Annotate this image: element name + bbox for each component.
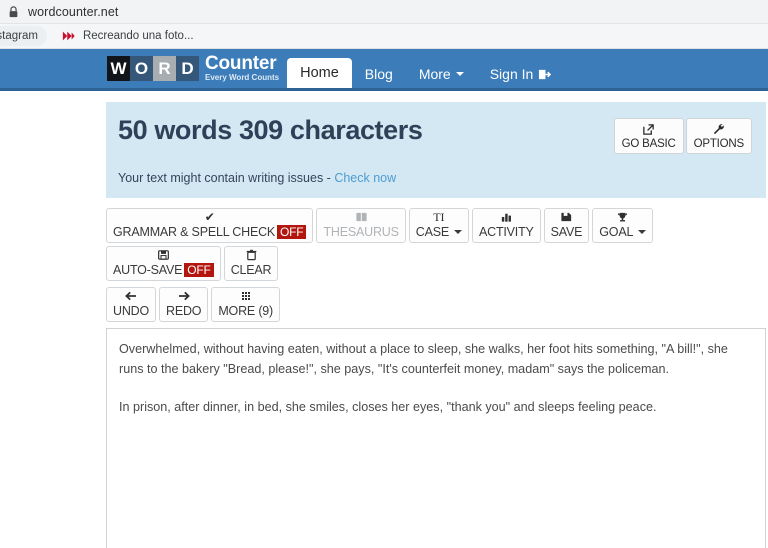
grammar-spell-check-button[interactable]: ✔ GRAMMAR & SPELL CHECK OFF (106, 208, 314, 243)
logo-tagline-text: Every Word Counts (205, 73, 280, 82)
arrow-right-icon (177, 290, 191, 304)
chevron-down-icon (638, 230, 647, 234)
bookmark-instagram-label: nstagram (0, 30, 38, 42)
trophy-icon (616, 211, 629, 225)
nav-links: Home Blog More Sign In (287, 49, 564, 88)
nav-item-blog-label: Blog (364, 66, 393, 82)
check-icon: ✔ (204, 210, 215, 224)
check-now-link[interactable]: Check now (334, 171, 396, 185)
activity-button[interactable]: ACTIVITY (472, 208, 541, 243)
save-label: SAVE (550, 225, 583, 239)
text-editor[interactable]: Overwhelmed, without having eaten, witho… (106, 328, 766, 548)
logo-tile-r: R (153, 56, 176, 81)
clear-label: CLEAR (230, 263, 272, 277)
floppy-icon (157, 249, 170, 263)
go-basic-button[interactable]: GO BASIC (613, 118, 684, 154)
logo-tile-w: W (107, 56, 130, 81)
goal-button[interactable]: GOAL (592, 208, 654, 243)
arrow-left-icon (124, 290, 138, 304)
editor-paragraph-2: In prison, after dinner, in bed, she smi… (119, 399, 657, 414)
logo-tile-o: O (130, 56, 153, 81)
bookmark-recreando-label: Recreando una foto... (82, 30, 194, 42)
editor-paragraph-1: Overwhelmed, without having eaten, witho… (119, 342, 728, 377)
activity-label: ACTIVITY (479, 225, 534, 239)
bookmark-recreando-una-foto[interactable]: Recreando una foto... (62, 26, 194, 46)
text-case-icon: TI (433, 210, 445, 224)
nav-item-sign-in-label: Sign In (489, 66, 534, 82)
undo-button[interactable]: UNDO (106, 287, 157, 322)
wordcounter-logo[interactable]: W O R D Counter Every Word Counts (107, 54, 279, 88)
page-body: 50 words 309 characters GO BASIC OPTIONS… (0, 91, 768, 548)
address-bar[interactable]: wordcounter.net (0, 0, 768, 24)
nav-item-more[interactable]: More (406, 60, 477, 88)
more-label: MORE (9) (218, 304, 273, 318)
url-text: wordcounter.net (28, 4, 119, 19)
case-label: CASE (416, 225, 462, 239)
lock-icon (9, 5, 18, 17)
writing-issues-notice: Your text might contain writing issues -… (118, 171, 752, 185)
nav-item-more-label: More (418, 66, 451, 82)
nav-item-sign-in[interactable]: Sign In (477, 60, 565, 88)
grammar-spell-check-label: GRAMMAR & SPELL CHECK OFF (113, 225, 307, 239)
chevron-down-icon (454, 230, 462, 234)
auto-save-label: AUTO-SAVE OFF (113, 263, 214, 277)
site-navigation-bar: W O R D Counter Every Word Counts Home B… (0, 49, 768, 91)
book-icon (355, 211, 368, 225)
trash-icon (245, 249, 258, 263)
stats-row: 50 words 309 characters GO BASIC OPTIONS (118, 116, 752, 154)
logo-counter-text: Counter (205, 53, 277, 74)
bookmark-instagram[interactable]: nstagram (0, 26, 47, 46)
bookmarks-bar: nstagram Recreando una foto... (0, 24, 768, 49)
nav-item-home-label: Home (300, 65, 339, 81)
stats-buttons: GO BASIC OPTIONS (613, 118, 752, 154)
stats-panel: 50 words 309 characters GO BASIC OPTIONS… (106, 102, 766, 198)
browser-chrome: wordcounter.net nstagram Recreando una f… (0, 0, 768, 49)
word-character-count: 50 words 309 characters (118, 115, 423, 145)
clear-button[interactable]: CLEAR (223, 246, 279, 281)
thesaurus-label: THESAURUS (323, 225, 399, 239)
save-button[interactable]: SAVE (543, 208, 590, 243)
nav-item-home[interactable]: Home (287, 58, 352, 88)
goal-label: GOAL (599, 225, 647, 239)
logo-tile-d: D (176, 56, 199, 81)
thesaurus-button[interactable]: THESAURUS (316, 208, 406, 243)
wrench-icon (694, 123, 744, 137)
auto-save-off-badge: OFF (184, 263, 214, 277)
main-content: 50 words 309 characters GO BASIC OPTIONS… (106, 91, 766, 548)
auto-save-button[interactable]: AUTO-SAVE OFF (106, 246, 221, 281)
chevron-down-icon (455, 72, 464, 76)
redo-button[interactable]: REDO (159, 287, 209, 322)
writing-issues-text: Your text might contain writing issues - (118, 171, 331, 185)
save-icon (560, 211, 573, 225)
external-link-icon (622, 123, 676, 137)
redo-label: REDO (166, 304, 202, 318)
case-button[interactable]: TI CASE (408, 208, 469, 243)
sign-in-icon (539, 69, 552, 79)
options-label: OPTIONS (693, 138, 745, 150)
undo-label: UNDO (113, 304, 150, 318)
more-button[interactable]: MORE (9) (211, 287, 280, 322)
grammar-off-badge: OFF (277, 225, 307, 239)
options-button[interactable]: OPTIONS (685, 118, 752, 154)
grid-icon (239, 290, 253, 304)
logo-wordmark: Counter Every Word Counts (205, 54, 279, 83)
recreando-logo-icon (62, 31, 75, 41)
editor-toolbar: ✔ GRAMMAR & SPELL CHECK OFF THESAURUS TI … (106, 208, 766, 322)
editor-paragraph-spacer (119, 380, 753, 397)
nav-item-blog[interactable]: Blog (352, 60, 406, 88)
go-basic-label: GO BASIC (621, 138, 676, 150)
editor-wrapper: Overwhelmed, without having eaten, witho… (106, 328, 766, 548)
bar-chart-icon (500, 211, 513, 225)
